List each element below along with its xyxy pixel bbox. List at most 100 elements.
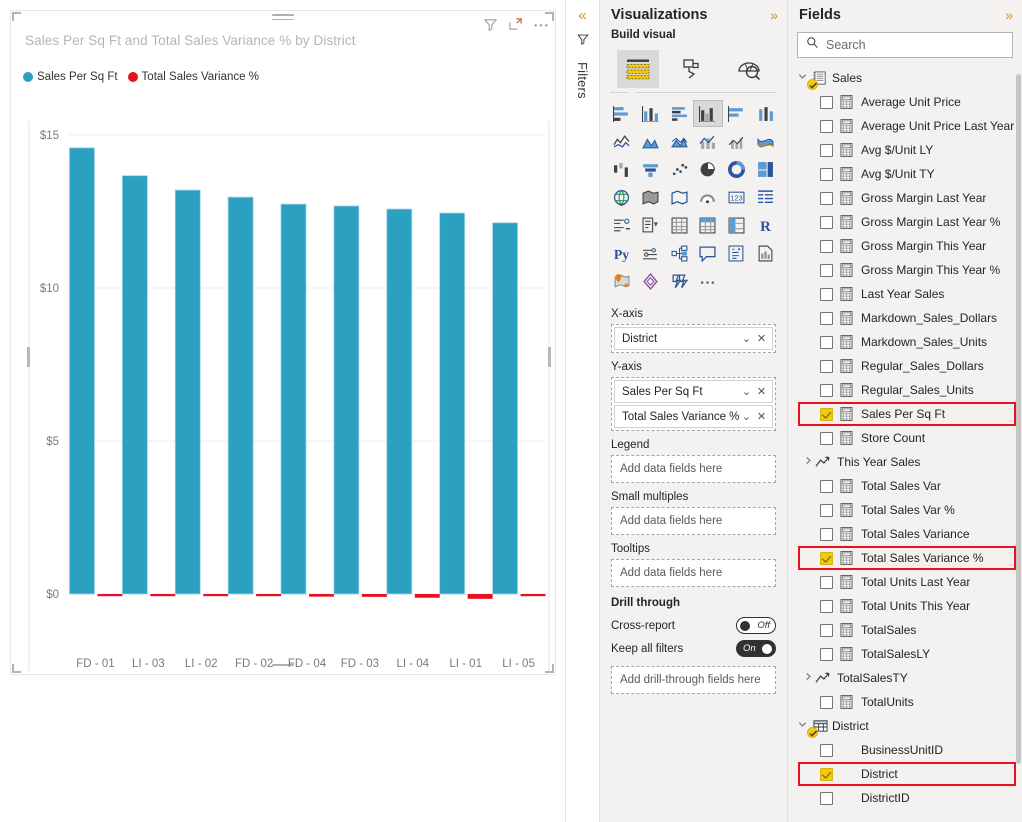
area-chart-icon[interactable] (637, 129, 665, 154)
small-multiples-well[interactable]: Add data fields here (611, 507, 776, 535)
bar-chart-visual[interactable]: Sales Per Sq Ft and Total Sales Variance… (10, 10, 556, 675)
report-canvas[interactable]: Sales Per Sq Ft and Total Sales Variance… (0, 0, 566, 822)
field-chip-remove-icon[interactable]: ✕ (754, 410, 769, 423)
field-checkbox[interactable] (820, 95, 833, 109)
field-item[interactable]: Gross Margin Last Year (788, 186, 1022, 210)
bar-sales-per-sq-ft[interactable] (333, 205, 360, 595)
field-item[interactable]: Store Count (788, 426, 1022, 450)
field-item[interactable]: BusinessUnitID (788, 738, 1022, 762)
field-checkbox[interactable] (820, 239, 833, 253)
power-automate-visual-icon[interactable] (665, 269, 693, 294)
field-item[interactable]: Regular_Sales_Units (788, 378, 1022, 402)
field-item[interactable]: Markdown_Sales_Units (788, 330, 1022, 354)
stacked-area-chart-icon[interactable] (665, 129, 693, 154)
field-checkbox[interactable] (820, 191, 833, 205)
card-icon[interactable] (751, 185, 779, 210)
gauge-icon[interactable]: 123 (723, 185, 751, 210)
fields-table-district[interactable]: District (788, 714, 1022, 738)
bar-sales-per-sq-ft[interactable] (121, 175, 148, 595)
field-checkbox[interactable] (820, 527, 833, 541)
field-checkbox[interactable] (820, 335, 833, 349)
field-checkbox[interactable] (820, 119, 833, 133)
field-chip[interactable]: District ⌄ ✕ (614, 327, 773, 350)
field-checkbox[interactable] (820, 767, 833, 781)
build-pane-tabs[interactable] (600, 46, 787, 88)
field-item[interactable]: Avg $/Unit TY (788, 162, 1022, 186)
donut-chart-icon[interactable] (723, 157, 751, 182)
paginated-report-icon[interactable] (751, 241, 779, 266)
field-item[interactable]: Gross Margin This Year (788, 234, 1022, 258)
build-visual-tab[interactable] (616, 50, 659, 88)
cross-report-toggle[interactable]: Off (736, 617, 776, 634)
field-checkbox[interactable] (820, 503, 833, 517)
fields-pane[interactable]: Fields » Search Sales Average Unit Price… (788, 0, 1022, 822)
field-item[interactable]: District (788, 762, 1022, 786)
matrix-icon[interactable] (723, 213, 751, 238)
field-item[interactable]: Gross Margin This Year % (788, 258, 1022, 282)
field-item[interactable]: Average Unit Price Last Year (788, 114, 1022, 138)
fields-scrollbar[interactable] (1016, 74, 1021, 764)
field-item[interactable]: Avg $/Unit LY (788, 138, 1022, 162)
bar-total-sales-variance[interactable] (97, 594, 123, 597)
bar-total-sales-variance[interactable] (361, 594, 387, 597)
field-item[interactable]: Total Sales Var % (788, 498, 1022, 522)
bar-total-sales-variance[interactable] (414, 594, 440, 598)
line-and-clustered-column-chart-icon[interactable] (723, 129, 751, 154)
bar-sales-per-sq-ft[interactable] (69, 147, 95, 595)
legend-well[interactable]: Add data fields here (611, 455, 776, 483)
field-item[interactable]: TotalSales (788, 618, 1022, 642)
collapse-visualizations-chevron-icon[interactable]: » (770, 7, 778, 23)
field-item[interactable]: Average Unit Price (788, 90, 1022, 114)
stacked-column-chart-icon[interactable] (637, 101, 665, 126)
field-chip-dropdown-icon[interactable]: ⌄ (739, 332, 754, 345)
expand-filters-chevron-icon[interactable]: « (578, 8, 586, 23)
waterfall-chart-icon[interactable] (608, 157, 636, 182)
fields-tree[interactable]: Sales Average Unit Price Average Unit Pr… (788, 66, 1022, 810)
bar-total-sales-variance[interactable] (467, 594, 493, 599)
python-visual-icon[interactable]: Py (608, 241, 636, 266)
decomposition-tree-icon[interactable] (665, 241, 693, 266)
filter-icon[interactable] (576, 32, 590, 51)
resize-grip-top[interactable] (272, 14, 294, 22)
r-script-visual-icon[interactable]: R (751, 213, 779, 238)
slicer-icon[interactable] (665, 213, 693, 238)
collapse-fields-chevron-icon[interactable]: » (1005, 7, 1013, 23)
field-item[interactable]: Regular_Sales_Dollars (788, 354, 1022, 378)
field-checkbox[interactable] (820, 551, 833, 565)
visualizations-pane[interactable]: Visualizations » Build visual 123 R Py X… (600, 0, 788, 822)
field-checkbox[interactable] (820, 695, 833, 709)
expand-chevron-icon[interactable] (802, 672, 815, 684)
bar-sales-per-sq-ft[interactable] (492, 222, 518, 595)
field-item[interactable]: Total Sales Variance % (788, 546, 1022, 570)
bar-sales-per-sq-ft[interactable] (280, 203, 307, 595)
clustered-bar-chart-icon[interactable] (665, 101, 693, 126)
pie-chart-icon[interactable] (694, 157, 722, 182)
x-axis-well[interactable]: District ⌄ ✕ (611, 324, 776, 353)
selection-handle-top-left[interactable] (12, 12, 21, 21)
field-checkbox[interactable] (820, 743, 833, 757)
clustered-column-chart-icon[interactable] (692, 100, 723, 127)
qa-visual-icon[interactable] (694, 241, 722, 266)
azure-map-icon[interactable] (694, 185, 722, 210)
field-chip-remove-icon[interactable]: ✕ (754, 385, 769, 398)
field-item[interactable]: DistrictID (788, 786, 1022, 810)
field-chip-remove-icon[interactable]: ✕ (754, 332, 769, 345)
tooltips-well[interactable]: Add data fields here (611, 559, 776, 587)
bar-total-sales-variance[interactable] (520, 594, 546, 597)
focus-mode-icon[interactable] (508, 17, 523, 32)
field-checkbox[interactable] (820, 383, 833, 397)
fields-table-sales[interactable]: Sales (788, 66, 1022, 90)
field-checkbox[interactable] (820, 263, 833, 277)
drill-through-well[interactable]: Add drill-through fields here (611, 666, 776, 694)
field-checkbox[interactable] (820, 791, 833, 805)
bar-sales-per-sq-ft[interactable] (386, 208, 413, 595)
bar-total-sales-variance[interactable] (150, 594, 176, 597)
field-checkbox[interactable] (820, 311, 833, 325)
field-item[interactable]: TotalSalesTY (788, 666, 1022, 690)
y-axis-well[interactable]: Sales Per Sq Ft ⌄ ✕ Total Sales Variance … (611, 377, 776, 431)
field-checkbox[interactable] (820, 431, 833, 445)
keep-all-filters-toggle[interactable]: On (736, 640, 776, 657)
filters-pane-collapsed[interactable]: « Filters (566, 0, 600, 822)
smart-narrative-icon[interactable] (723, 241, 751, 266)
field-item[interactable]: Last Year Sales (788, 282, 1022, 306)
